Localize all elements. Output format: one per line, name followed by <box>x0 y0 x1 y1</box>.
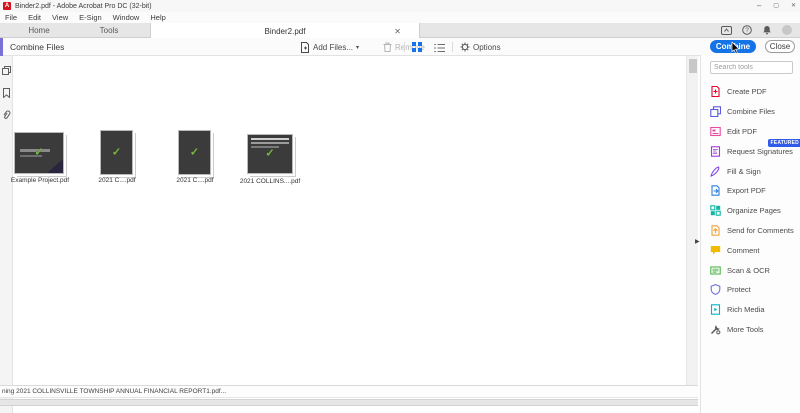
status-area: ning 2021 COLLINSVILLE TOWNSHIP ANNUAL F… <box>0 385 698 406</box>
tool-export-pdf[interactable]: Export PDF <box>710 181 800 201</box>
organize-pages-icon <box>710 205 721 216</box>
options-button[interactable]: Options <box>460 38 501 56</box>
panel-collapse-arrow[interactable]: ▶ <box>695 238 700 245</box>
menu-file[interactable]: File <box>5 13 17 22</box>
tab-tools[interactable]: Tools <box>80 23 138 38</box>
add-files-button[interactable]: Add Files... ▾ <box>300 38 359 56</box>
file-label: 2021 C....pdf <box>176 177 214 184</box>
file-label: Example Project.pdf <box>10 177 70 184</box>
close-window-button[interactable]: ✕ <box>791 1 796 11</box>
tab-document-label: Binder2.pdf <box>264 26 306 36</box>
status-text: ning 2021 COLLINSVILLE TOWNSHIP ANNUAL F… <box>0 385 698 398</box>
tool-comment[interactable]: Comment <box>710 240 800 260</box>
avatar[interactable] <box>782 25 792 35</box>
share-screen-icon[interactable] <box>721 25 732 35</box>
protect-shield-icon <box>710 284 721 296</box>
check-icon: ✓ <box>189 145 200 158</box>
rich-media-icon <box>710 304 721 315</box>
export-pdf-icon <box>710 185 721 197</box>
comment-icon <box>710 245 721 256</box>
menu-view[interactable]: View <box>52 13 68 22</box>
tools-panel: ▶ Create PDF Combine Files Edit PDF FEAT… <box>695 55 800 413</box>
menu-bar: File Edit View E-Sign Window Help <box>0 12 800 23</box>
tool-organize-pages[interactable]: Organize Pages <box>710 201 800 221</box>
maximize-button[interactable]: ▢ <box>773 1 779 11</box>
list-view-icon[interactable] <box>434 42 446 53</box>
vertical-scrollbar[interactable] <box>686 56 698 386</box>
acrobat-logo-icon: A <box>3 2 11 10</box>
tool-combine-files[interactable]: Combine Files <box>710 102 800 122</box>
tab-document-binder2[interactable]: Binder2.pdf ✕ <box>150 23 420 39</box>
close-button[interactable]: Close <box>765 40 795 53</box>
file-thumbnail[interactable]: ✓ <box>14 132 64 174</box>
tab-close-icon[interactable]: ✕ <box>394 27 401 36</box>
create-pdf-icon <box>710 86 721 98</box>
tool-scan-ocr[interactable]: Scan & OCR <box>710 260 800 280</box>
bell-icon[interactable] <box>762 25 772 35</box>
tool-rich-media[interactable]: Rich Media <box>710 300 800 320</box>
svg-text:?: ? <box>745 27 749 34</box>
menu-window[interactable]: Window <box>113 13 140 22</box>
combine-files-icon <box>710 106 721 118</box>
send-for-comments-icon <box>710 225 721 236</box>
attachments-icon[interactable] <box>2 107 11 119</box>
toolbar-accent-bar <box>0 38 3 56</box>
check-icon: ✓ <box>111 145 122 158</box>
grid-view-icon[interactable] <box>412 42 423 53</box>
more-tools-wrench-icon <box>710 324 721 335</box>
tool-request-signatures[interactable]: FEATURED Request Signatures <box>710 139 800 161</box>
bookmarks-icon[interactable] <box>2 85 11 99</box>
tab-bar: Home Tools Binder2.pdf ✕ ? <box>0 23 800 39</box>
scan-ocr-icon <box>710 265 721 276</box>
tool-more-tools[interactable]: More Tools <box>710 320 800 340</box>
minimize-button[interactable]: – <box>757 1 761 11</box>
progress-bar <box>0 399 698 406</box>
toolbar-title: Combine Files <box>10 42 65 52</box>
menu-edit[interactable]: Edit <box>28 13 41 22</box>
request-signatures-icon <box>710 146 721 157</box>
file-thumbnail[interactable]: ✓ <box>100 130 133 175</box>
page-thumbnails-icon[interactable] <box>2 62 11 75</box>
tool-fill-sign[interactable]: Fill & Sign <box>710 161 800 181</box>
navigation-rail <box>0 56 13 413</box>
file-label: 2021 C....pdf <box>98 177 136 184</box>
help-icon[interactable]: ? <box>742 25 752 35</box>
combine-files-canvas: ✓ Example Project.pdf ✓ 2021 C....pdf ✓ … <box>0 56 800 413</box>
file-thumbnail[interactable]: ✓ <box>178 130 211 175</box>
window-title: Binder2.pdf - Adobe Acrobat Pro DC (32-b… <box>15 2 152 10</box>
title-bar: A Binder2.pdf - Adobe Acrobat Pro DC (32… <box>0 0 800 12</box>
tool-protect[interactable]: Protect <box>710 280 800 300</box>
trash-icon <box>383 42 392 52</box>
menu-help[interactable]: Help <box>150 13 165 22</box>
file-label: 2021 COLLINS....pdf <box>239 178 301 185</box>
check-icon: ✓ <box>265 147 275 160</box>
gear-icon <box>460 42 470 52</box>
acrobat-window: A Binder2.pdf - Adobe Acrobat Pro DC (32… <box>0 0 800 413</box>
mouse-cursor <box>731 41 740 59</box>
tool-send-for-comments[interactable]: Send for Comments <box>710 221 800 241</box>
tools-list: Create PDF Combine Files Edit PDF FEATUR… <box>710 82 800 339</box>
edit-pdf-icon <box>710 126 721 137</box>
scrollbar-thumb[interactable] <box>689 59 697 73</box>
search-input[interactable] <box>710 61 793 74</box>
file-thumbnail[interactable]: ✓ <box>247 134 293 174</box>
tool-create-pdf[interactable]: Create PDF <box>710 82 800 102</box>
menu-esign[interactable]: E-Sign <box>79 13 102 22</box>
featured-badge: FEATURED <box>767 139 800 148</box>
tab-home[interactable]: Home <box>10 23 68 38</box>
combine-files-toolbar: Combine Files Add Files... ▾ Remove Opti… <box>0 38 800 56</box>
check-icon: ✓ <box>34 146 44 159</box>
chevron-down-icon: ▾ <box>356 44 360 51</box>
add-file-icon <box>301 41 309 53</box>
fill-sign-icon <box>710 165 721 177</box>
